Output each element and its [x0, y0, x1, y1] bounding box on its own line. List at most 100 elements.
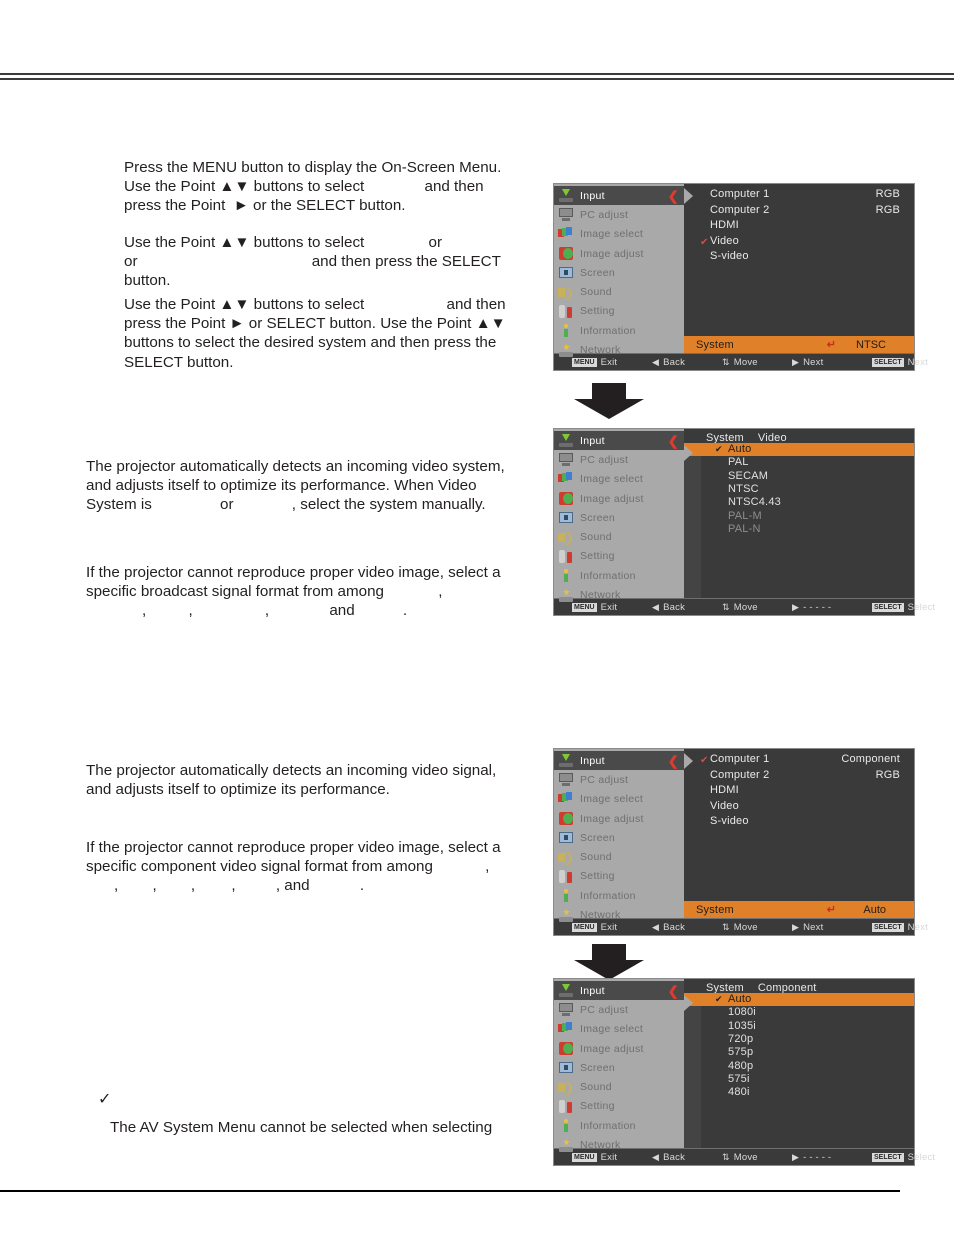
osd-system-video[interactable]: Input ❮ PC adjust Image select Image adjust S…	[553, 428, 935, 616]
input-icon	[558, 433, 574, 448]
system-bar[interactable]: System ↵ NTSC	[684, 336, 914, 353]
system-option-label: PAL-M	[728, 509, 762, 522]
sidebar-item-screen[interactable]: Screen	[554, 828, 684, 847]
sidebar-item-information[interactable]: Information	[554, 1116, 684, 1135]
system-option[interactable]: ✔ Auto	[684, 993, 914, 1007]
sidebar-item-input[interactable]: Input ❮	[554, 751, 684, 771]
input-row-label[interactable]: HDMI	[710, 784, 739, 796]
row-check-icon: ✔	[700, 755, 709, 766]
sidebar-item-sound[interactable]: Sound	[554, 1077, 684, 1096]
system-option[interactable]: 1035i	[684, 1020, 914, 1033]
sidebar-item-network[interactable]: Network	[554, 905, 684, 924]
osd-pane: System Video ✔ Auto PAL SECAM NTSC NTSC4.43 PAL-…	[684, 429, 914, 598]
system-option[interactable]: PAL-N	[684, 523, 914, 536]
system-option[interactable]: 1080i	[684, 1006, 914, 1019]
sidebar-item-label: Screen	[580, 1061, 616, 1074]
footer-key-[interactable]: ▶ - - - - -	[792, 1149, 831, 1165]
system-option[interactable]: 720p	[684, 1033, 914, 1046]
sidebar-item-input[interactable]: Input ❮	[554, 981, 684, 1001]
sidebar-item-network[interactable]: Network	[554, 585, 684, 604]
sidebar-item-sound[interactable]: Sound	[554, 847, 684, 866]
network-icon	[558, 343, 574, 358]
sidebar-item-image-adjust[interactable]: Image adjust	[554, 489, 684, 508]
sidebar-item-label: Image adjust	[580, 247, 644, 260]
sidebar-item-label: PC adjust	[580, 773, 629, 786]
system-option[interactable]: NTSC	[684, 483, 914, 496]
key-badge: SELECT	[872, 922, 904, 932]
osd-input-video[interactable]: Input ❮ PC adjust Image select Image adjust S…	[553, 183, 928, 371]
footer-key-[interactable]: ▶ - - - - -	[792, 599, 831, 615]
sidebar-item-setting[interactable]: Setting	[554, 1097, 684, 1116]
input-row-label[interactable]: Video	[710, 800, 739, 812]
text-run: ,	[114, 877, 123, 895]
flow-arrow-component	[574, 944, 644, 980]
footer-key-move[interactable]: ⇅ Move	[722, 354, 758, 370]
system-option[interactable]: PAL	[684, 456, 914, 469]
input-row-label[interactable]: Computer 1	[710, 188, 769, 200]
input-row-label[interactable]: Computer 1	[710, 753, 769, 765]
redacted-term	[388, 582, 438, 601]
sidebar-item-screen[interactable]: Screen	[554, 508, 684, 527]
sidebar-item-image-select[interactable]: Image select	[554, 790, 684, 809]
system-option[interactable]: ✔ Auto	[684, 443, 914, 457]
input-row-label[interactable]: Video	[710, 235, 739, 247]
sidebar-item-screen[interactable]: Screen	[554, 1058, 684, 1077]
footer-key-next[interactable]: ▶ Next	[792, 354, 823, 370]
sidebar-item-image-select[interactable]: Image select	[554, 470, 684, 489]
sidebar-item-input[interactable]: Input ❮	[554, 431, 684, 451]
sidebar-item-image-select[interactable]: Image select	[554, 225, 684, 244]
input-row-label[interactable]: S-video	[710, 250, 749, 262]
footer-key-label: - - - - -	[803, 601, 832, 613]
sidebar-item-pc-adjust[interactable]: PC adjust	[554, 1000, 684, 1019]
sidebar-item-network[interactable]: Network	[554, 1135, 684, 1154]
osd-system-component[interactable]: Input ❮ PC adjust Image select Image adjust S…	[553, 978, 935, 1166]
sidebar-item-screen[interactable]: Screen	[554, 263, 684, 282]
sidebar-item-setting[interactable]: Setting	[554, 302, 684, 321]
footer-key-move[interactable]: ⇅ Move	[722, 919, 758, 935]
sidebar-item-sound[interactable]: Sound	[554, 527, 684, 546]
input-row-label[interactable]: S-video	[710, 815, 749, 827]
sidebar-item-setting[interactable]: Setting	[554, 547, 684, 566]
sidebar-item-image-select[interactable]: Image select	[554, 1020, 684, 1039]
system-bar[interactable]: System ↵ Auto	[684, 901, 914, 918]
osd-input-component[interactable]: Input ❮ PC adjust Image select Image adjust S…	[553, 748, 928, 936]
system-option[interactable]: NTSC4.43	[684, 496, 914, 509]
sidebar-item-input[interactable]: Input ❮	[554, 186, 684, 206]
input-row-label[interactable]: Computer 2	[710, 769, 769, 781]
system-option[interactable]: PAL-M	[684, 510, 914, 523]
sidebar-item-label: Network	[580, 909, 621, 922]
input-row-label[interactable]: HDMI	[710, 219, 739, 231]
footer-key-label: Move	[733, 601, 758, 613]
sidebar-item-image-adjust[interactable]: Image adjust	[554, 809, 684, 828]
sidebar-item-setting[interactable]: Setting	[554, 867, 684, 886]
sidebar-item-pc-adjust[interactable]: PC adjust	[554, 450, 684, 469]
chevron-left-icon: ❮	[667, 433, 679, 449]
system-option[interactable]: 480i	[684, 1086, 914, 1099]
system-option[interactable]: 480p	[684, 1060, 914, 1073]
text-run: The projector automatically detects an i…	[86, 762, 501, 799]
system-option[interactable]: 575p	[684, 1046, 914, 1059]
sidebar-item-sound[interactable]: Sound	[554, 282, 684, 301]
sidebar-item-pc-adjust[interactable]: PC adjust	[554, 770, 684, 789]
footer-key-select[interactable]: SELECT Select	[872, 1149, 935, 1165]
footer-key-next[interactable]: ▶ Next	[792, 919, 823, 935]
image-adjust-icon	[558, 1041, 574, 1056]
sidebar-item-information[interactable]: Information	[554, 321, 684, 340]
footer-key-next[interactable]: SELECT Next	[872, 354, 928, 370]
sidebar-item-information[interactable]: Information	[554, 886, 684, 905]
footer-key-move[interactable]: ⇅ Move	[722, 599, 758, 615]
system-option[interactable]: 575i	[684, 1073, 914, 1086]
sidebar-item-pc-adjust[interactable]: PC adjust	[554, 205, 684, 224]
input-row-value: Component	[841, 753, 900, 765]
image-select-icon	[558, 471, 574, 487]
input-row-label[interactable]: Computer 2	[710, 204, 769, 216]
sidebar-item-image-adjust[interactable]: Image adjust	[554, 244, 684, 263]
footer-key-next[interactable]: SELECT Next	[872, 919, 928, 935]
sidebar-item-network[interactable]: Network	[554, 340, 684, 359]
system-option[interactable]: SECAM	[684, 470, 914, 483]
sidebar-item-image-adjust[interactable]: Image adjust	[554, 1039, 684, 1058]
footer-key-select[interactable]: SELECT Select	[872, 599, 935, 615]
system-option-label: 480p	[728, 1059, 754, 1072]
sidebar-item-information[interactable]: Information	[554, 566, 684, 585]
footer-key-move[interactable]: ⇅ Move	[722, 1149, 758, 1165]
